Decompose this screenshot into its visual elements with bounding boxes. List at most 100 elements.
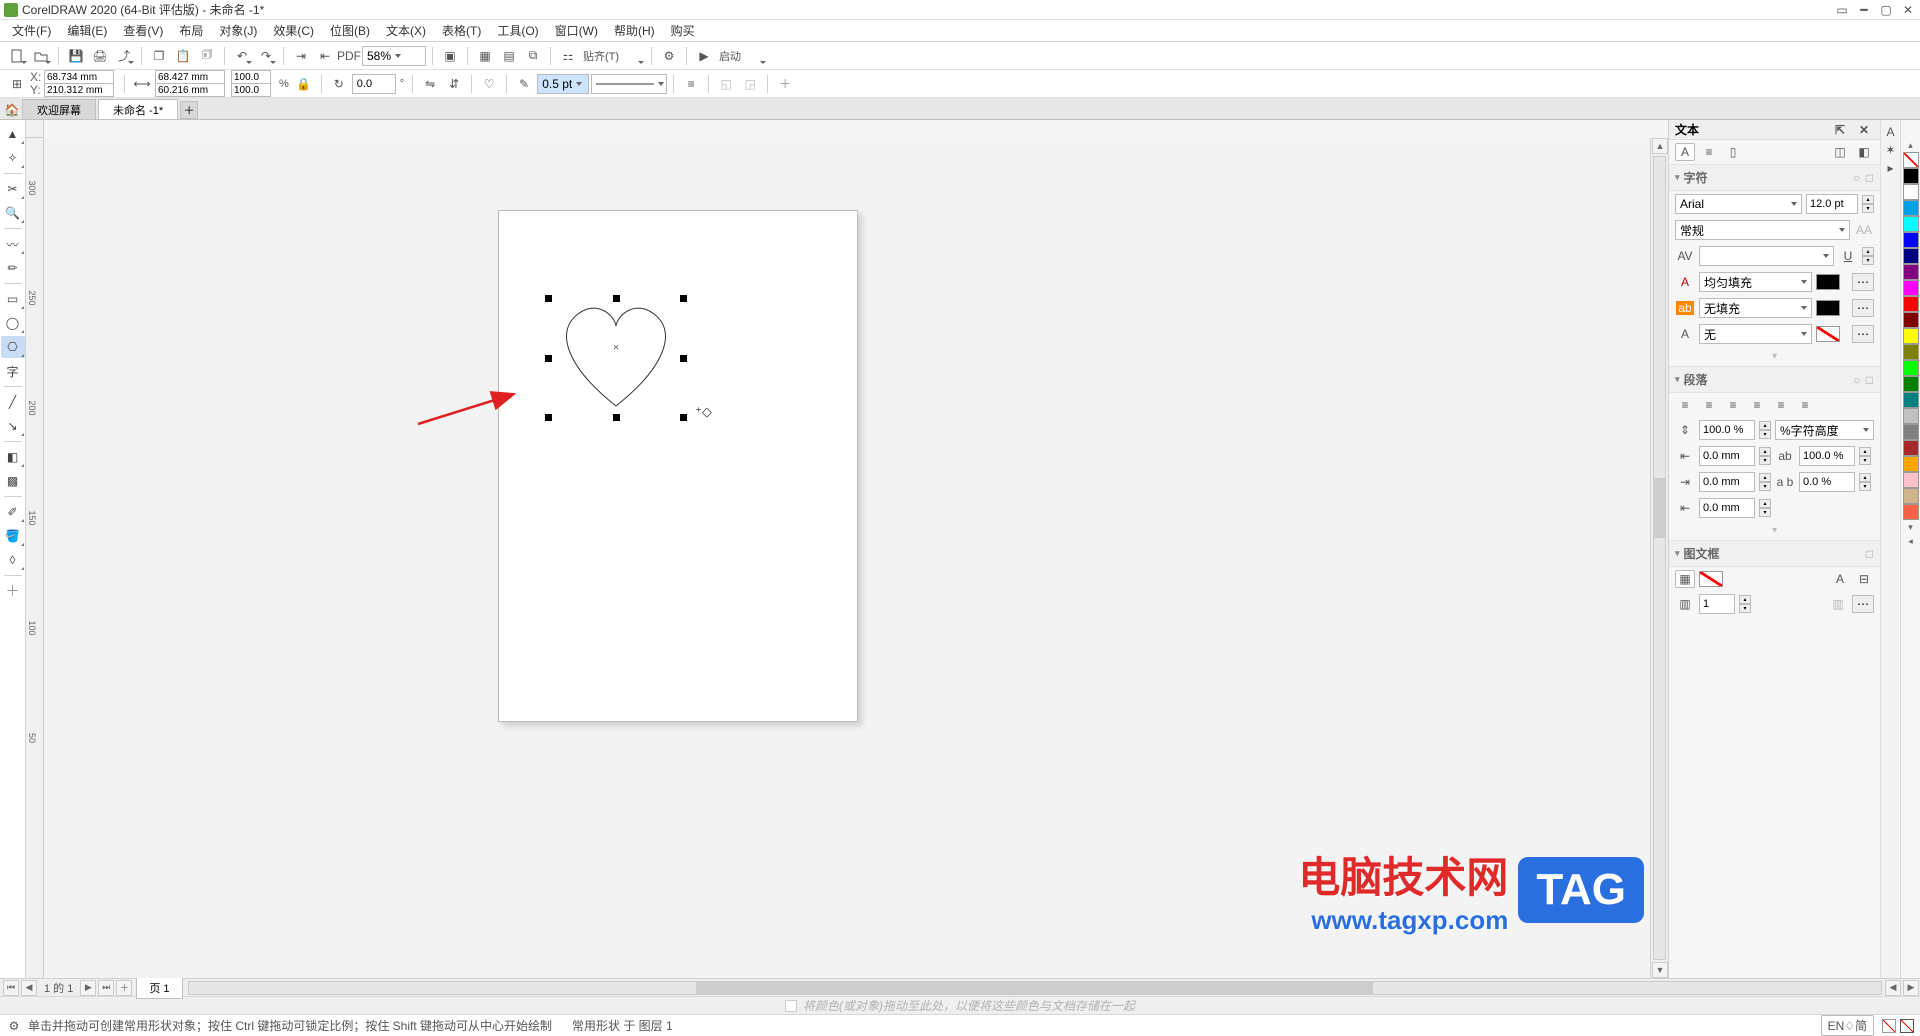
maximize-icon[interactable]: ▢ xyxy=(1878,2,1894,18)
prev-page-button[interactable]: ◀ xyxy=(21,980,37,996)
color-swatch[interactable] xyxy=(1903,280,1919,296)
first-page-button[interactable]: ⏮ xyxy=(3,980,19,996)
line-height-input[interactable] xyxy=(1699,420,1755,440)
text-tool[interactable]: 字 xyxy=(1,360,25,382)
launch-icon[interactable]: ▶ xyxy=(693,45,715,67)
hscroll-thumb[interactable] xyxy=(696,982,1373,994)
outline-color-swatch[interactable] xyxy=(1816,326,1840,342)
kerning-combo[interactable] xyxy=(1699,246,1834,266)
font-size-input[interactable] xyxy=(1806,194,1858,214)
outline-style-combo[interactable] xyxy=(591,74,667,94)
outline-more-button[interactable]: ⋯ xyxy=(1852,325,1874,343)
size-w-input[interactable] xyxy=(155,70,225,84)
fill-tool[interactable]: 🪣 xyxy=(1,525,25,547)
status-gear-icon[interactable]: ⚙ xyxy=(6,1018,22,1034)
bg-more-button[interactable]: ⋯ xyxy=(1852,299,1874,317)
menu-buy[interactable]: 购买 xyxy=(663,20,703,41)
no-fill-swatch[interactable] xyxy=(1903,152,1919,168)
handle-tl[interactable] xyxy=(545,295,552,302)
word-space-input[interactable] xyxy=(1799,472,1855,492)
clipboard-button[interactable]: 🗊 xyxy=(196,45,218,67)
color-swatch[interactable] xyxy=(1903,248,1919,264)
tab-document[interactable]: 未命名 -1* xyxy=(98,99,178,119)
section-char[interactable]: ▾字符○ □ xyxy=(1669,164,1880,191)
outline-width-combo[interactable]: 0.5 pt xyxy=(537,74,589,94)
lock-ratio-icon[interactable]: 🔒 xyxy=(293,73,315,95)
docker-expand-icon[interactable]: ⇱ xyxy=(1830,121,1850,139)
mirror-h-icon[interactable]: ⇋ xyxy=(419,73,441,95)
handle-ml[interactable] xyxy=(545,355,552,362)
heart-shape[interactable] xyxy=(548,298,684,418)
page-tab[interactable]: 页 1 xyxy=(136,977,182,999)
handle-br[interactable] xyxy=(680,414,687,421)
pos-y-input[interactable] xyxy=(44,83,114,97)
rectangle-tool[interactable]: ▭ xyxy=(1,288,25,310)
line-height-type-combo[interactable]: %字符高度 xyxy=(1775,420,1874,440)
undo-button[interactable]: ↶ xyxy=(231,45,253,67)
scroll-down-button[interactable]: ▼ xyxy=(1652,962,1668,978)
to-back-icon[interactable]: ◲ xyxy=(739,73,761,95)
color-swatch[interactable] xyxy=(1903,472,1919,488)
align-right-icon[interactable]: ≡ xyxy=(1723,396,1743,414)
heart-shape-icon[interactable]: ♡ xyxy=(478,73,500,95)
ellipse-tool[interactable]: ◯ xyxy=(1,312,25,334)
section-frame[interactable]: ▾图文框□ xyxy=(1669,540,1880,567)
menu-object[interactable]: 对象(J) xyxy=(211,20,265,41)
color-swatch[interactable] xyxy=(1903,376,1919,392)
pick-tool[interactable]: ▲ xyxy=(1,123,25,145)
handle-bl[interactable] xyxy=(545,414,552,421)
color-swatch[interactable] xyxy=(1903,200,1919,216)
columns-input[interactable] xyxy=(1699,594,1735,614)
shape-tool[interactable]: ✧ xyxy=(1,147,25,169)
align-none-icon[interactable]: ≡ xyxy=(1795,396,1815,414)
menu-effects[interactable]: 效果(C) xyxy=(265,20,322,41)
handle-tr[interactable] xyxy=(680,295,687,302)
menu-table[interactable]: 表格(T) xyxy=(434,20,489,41)
menu-layout[interactable]: 布局 xyxy=(171,20,211,41)
last-page-button[interactable]: ⏭ xyxy=(98,980,114,996)
pdf-button[interactable]: PDF xyxy=(338,45,360,67)
zoom-tool[interactable]: 🔍 xyxy=(1,202,25,224)
scale-w-input[interactable] xyxy=(231,70,271,84)
fill-type-combo[interactable]: 均匀填充 xyxy=(1699,272,1812,292)
fill-more-button[interactable]: ⋯ xyxy=(1852,273,1874,291)
palette-down-icon[interactable]: ▾ xyxy=(1903,520,1919,534)
polygon-tool[interactable]: ⎔ xyxy=(1,336,25,358)
color-swatch[interactable] xyxy=(1903,440,1919,456)
space-before-input[interactable] xyxy=(1699,446,1755,466)
transparency-tool[interactable]: ▩ xyxy=(1,470,25,492)
char-mode-icon[interactable]: A xyxy=(1675,143,1695,161)
color-swatch[interactable] xyxy=(1903,168,1919,184)
outline-pen-icon[interactable]: ✎ xyxy=(513,73,535,95)
color-swatch[interactable] xyxy=(1903,264,1919,280)
snap-label[interactable]: 贴齐(T) xyxy=(583,48,619,64)
new-tab-button[interactable]: ＋ xyxy=(180,101,198,119)
color-swatch[interactable] xyxy=(1903,216,1919,232)
ruler-corner[interactable] xyxy=(26,120,44,138)
bg-type-combo[interactable]: 无填充 xyxy=(1699,298,1812,318)
guides-button[interactable]: ▤ xyxy=(498,45,520,67)
export-button[interactable]: ⤴ xyxy=(113,45,135,67)
hscroll-left-button[interactable]: ◀ xyxy=(1885,980,1901,996)
scale-h-input[interactable] xyxy=(231,83,271,97)
new-doc-button[interactable] xyxy=(6,45,28,67)
to-front-icon[interactable]: ◱ xyxy=(715,73,737,95)
snap-options-icon[interactable]: ⚏ xyxy=(557,45,579,67)
align-full-icon[interactable]: ≡ xyxy=(1771,396,1791,414)
font-weight-combo[interactable]: 常规 xyxy=(1675,220,1850,240)
underline-icon[interactable]: U xyxy=(1838,247,1858,265)
outline-tool[interactable]: ◊ xyxy=(1,549,25,571)
presets-icon[interactable]: ⊞ xyxy=(6,73,28,95)
align-justify-icon[interactable]: ≡ xyxy=(1747,396,1767,414)
color-swatch[interactable] xyxy=(1903,312,1919,328)
add-page-button[interactable]: ＋ xyxy=(116,980,132,996)
launch-label[interactable]: 启动 xyxy=(719,48,741,64)
docker-opt1-icon[interactable]: ◫ xyxy=(1830,143,1850,161)
snap-dropdown[interactable] xyxy=(623,45,645,67)
launch-dropdown[interactable] xyxy=(745,45,767,67)
redo-button[interactable]: ↷ xyxy=(255,45,277,67)
color-swatch[interactable] xyxy=(1903,296,1919,312)
frame-text-icon[interactable]: A xyxy=(1830,570,1850,588)
pos-x-input[interactable] xyxy=(44,70,114,84)
frame-link-icon[interactable]: ⊟ xyxy=(1854,570,1874,588)
